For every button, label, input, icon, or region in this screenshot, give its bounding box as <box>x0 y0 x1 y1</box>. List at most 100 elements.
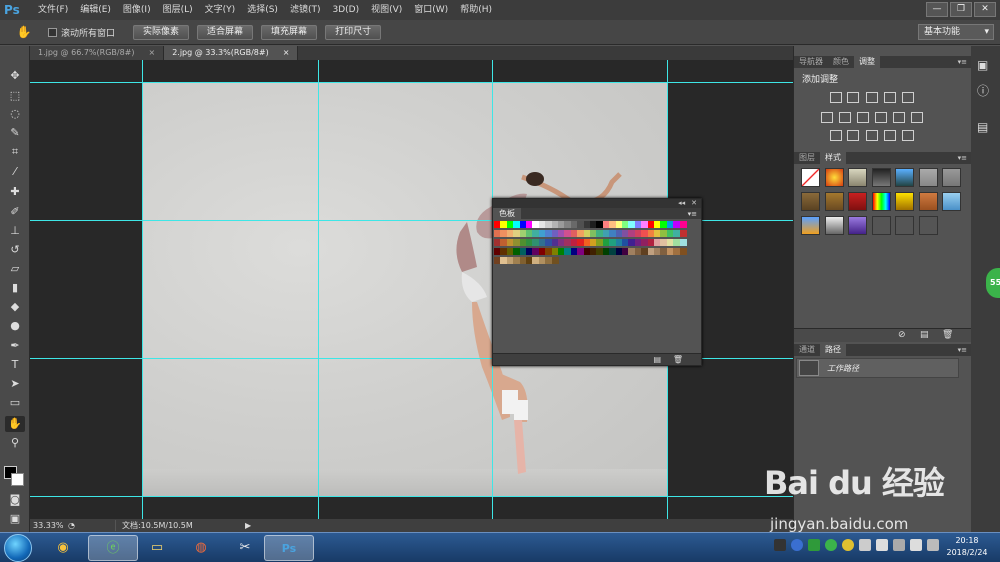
tab-swatches[interactable]: 色板 <box>493 208 521 219</box>
trash-icon[interactable]: 🗑 <box>942 330 953 340</box>
snipping-tool-icon[interactable]: ✂ <box>220 535 270 561</box>
scroll-all-windows-checkbox[interactable]: 滚动所有窗口 <box>48 26 115 39</box>
type-tool-icon[interactable]: T <box>5 357 25 373</box>
fit-screen-button[interactable]: 适合屏幕 <box>197 24 254 40</box>
trash-icon[interactable]: 🗑 <box>673 355 683 364</box>
tab-adjustments[interactable]: 调整 <box>854 56 880 68</box>
menu-item[interactable]: 窗口(W) <box>408 0 454 20</box>
quick-select-tool-icon[interactable]: ✎ <box>5 125 25 141</box>
swatches-panel-header[interactable]: ◂◂ ✕ <box>493 199 701 208</box>
brush-tool-icon[interactable]: ✐ <box>5 204 25 220</box>
close-icon[interactable]: × <box>283 46 290 60</box>
brush-presets-icon[interactable]: ▤ <box>977 120 988 134</box>
guide-line-vertical[interactable] <box>318 60 319 519</box>
crop-tool-icon[interactable]: ⌗ <box>5 144 25 160</box>
menu-item[interactable]: 图层(L) <box>157 0 199 20</box>
color-swatch[interactable] <box>679 221 687 228</box>
menu-item[interactable]: 选择(S) <box>241 0 284 20</box>
actual-pixels-button[interactable]: 实际像素 <box>133 24 190 40</box>
style-preset[interactable] <box>895 192 914 211</box>
hand-tool-icon[interactable]: ✋ <box>5 416 25 432</box>
style-preset[interactable] <box>848 168 867 187</box>
security-icon[interactable] <box>808 539 820 551</box>
dodge-tool-icon[interactable]: ● <box>5 318 25 334</box>
swatches-panel[interactable]: ◂◂ ✕ 色板 ▾≡ ▤ 🗑 <box>492 198 702 366</box>
style-preset[interactable] <box>824 192 844 211</box>
color-swatch[interactable] <box>679 239 687 246</box>
menu-item[interactable]: 滤镜(T) <box>284 0 327 20</box>
flag-icon[interactable] <box>927 539 939 551</box>
eraser-tool-icon[interactable]: ▱ <box>5 261 25 277</box>
quick-mask-icon[interactable]: ◙ <box>5 492 25 508</box>
guide-line-horizontal[interactable] <box>30 82 793 83</box>
adjustment-icon[interactable] <box>847 130 859 141</box>
style-preset[interactable] <box>871 192 891 211</box>
new-style-icon[interactable]: ▤ <box>920 330 929 340</box>
style-preset[interactable] <box>824 216 844 235</box>
status-menu-arrow-icon[interactable]: ▶ <box>245 521 251 530</box>
guide-line-vertical[interactable] <box>142 60 143 519</box>
gradient-tool-icon[interactable]: ▮ <box>5 280 25 296</box>
style-preset[interactable] <box>801 192 820 211</box>
style-preset[interactable] <box>942 168 961 187</box>
panel-menu-icon[interactable]: ▾≡ <box>958 154 967 162</box>
close-button[interactable]: ✕ <box>974 2 996 17</box>
minimize-button[interactable]: — <box>926 2 948 17</box>
photoshop-taskbar-icon[interactable]: Ps <box>264 535 314 561</box>
checkbox-box[interactable] <box>48 27 57 37</box>
style-preset[interactable] <box>801 168 820 187</box>
display-icon[interactable] <box>859 539 871 551</box>
clock[interactable]: 20:18 2018/2/24 <box>940 535 994 559</box>
adjustment-icon[interactable] <box>893 112 905 123</box>
clear-style-icon[interactable]: ⊘ <box>898 330 906 340</box>
adjustment-icon[interactable] <box>821 112 833 123</box>
path-select-tool-icon[interactable]: ➤ <box>5 376 25 392</box>
adjustment-icon[interactable] <box>884 92 896 103</box>
zoom-tool-icon[interactable]: ⚲ <box>5 435 25 451</box>
tab-styles[interactable]: 样式 <box>820 152 846 164</box>
adjustment-icon[interactable] <box>839 112 851 123</box>
style-preset[interactable] <box>871 216 891 235</box>
keyboard-icon[interactable] <box>774 539 786 551</box>
adjustment-icon[interactable] <box>857 112 869 123</box>
style-preset[interactable] <box>824 168 844 187</box>
tab-color[interactable]: 颜色 <box>828 56 854 68</box>
collapse-icon[interactable]: ◂◂ <box>678 199 685 208</box>
menu-item[interactable]: 视图(V) <box>365 0 408 20</box>
workspace-select[interactable]: 基本功能 ▾ <box>918 24 994 40</box>
close-icon[interactable]: ✕ <box>691 199 697 208</box>
panel-menu-icon[interactable]: ▾≡ <box>958 58 967 66</box>
ie-browser-icon[interactable]: ⓔ <box>88 535 138 561</box>
zoom-level[interactable]: 33.33% <box>30 521 68 530</box>
move-tool-icon[interactable]: ✥ <box>5 68 25 84</box>
guide-line-horizontal[interactable] <box>30 496 793 497</box>
new-swatch-icon[interactable]: ▤ <box>653 355 661 364</box>
style-preset[interactable] <box>895 216 914 235</box>
tab-1jpg[interactable]: 1.jpg @ 66.7%(RGB/8#) × <box>30 46 165 60</box>
style-preset[interactable] <box>871 168 891 187</box>
healing-tool-icon[interactable]: ✚ <box>5 184 25 200</box>
menu-item[interactable]: 编辑(E) <box>74 0 117 20</box>
hand-icon[interactable]: ✋ <box>14 23 34 41</box>
adjustment-icon[interactable] <box>847 92 859 103</box>
tab-paths[interactable]: 路径 <box>820 344 846 356</box>
fill-screen-button[interactable]: 填充屏幕 <box>261 24 318 40</box>
print-size-button[interactable]: 打印尺寸 <box>325 24 382 40</box>
style-preset[interactable] <box>848 192 867 211</box>
tab-navigator[interactable]: 导航器 <box>794 56 828 68</box>
style-preset[interactable] <box>848 216 867 235</box>
adjustment-icon[interactable] <box>866 92 878 103</box>
style-preset[interactable] <box>801 216 820 235</box>
start-button[interactable] <box>4 534 32 562</box>
adjustment-icon[interactable] <box>830 92 842 103</box>
adjustment-icon[interactable] <box>902 130 914 141</box>
style-preset[interactable] <box>918 192 938 211</box>
menu-item[interactable]: 图像(I) <box>117 0 157 20</box>
adjustment-icon[interactable] <box>830 130 842 141</box>
status-info-icon[interactable]: ◔ <box>68 521 75 530</box>
adjustment-icon[interactable] <box>866 130 878 141</box>
style-preset[interactable] <box>918 216 938 235</box>
floating-badge[interactable]: 55 <box>986 268 1000 298</box>
adjustment-icon[interactable] <box>884 130 896 141</box>
tab-layers[interactable]: 图层 <box>794 152 820 164</box>
